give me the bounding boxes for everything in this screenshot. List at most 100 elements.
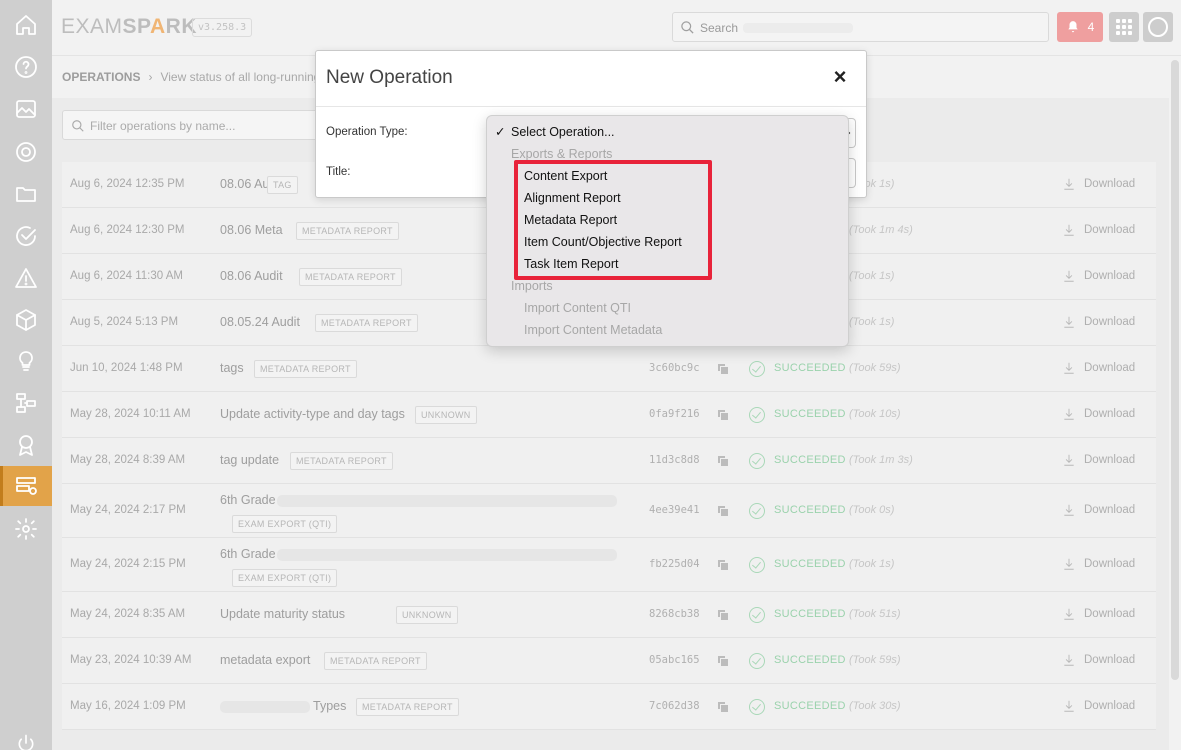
operation-type-tag: METADATA REPORT	[324, 652, 427, 670]
operation-row[interactable]: May 28, 2024 10:11 AM Update activity-typ…	[62, 392, 1156, 438]
operation-row[interactable]: May 24, 2024 2:17 PM 6th Grade EXAM EXPORT…	[62, 484, 1156, 538]
sidebar	[0, 0, 52, 750]
download-label: Download	[1084, 608, 1136, 620]
close-icon[interactable]: ×	[830, 66, 850, 88]
operation-row[interactable]: May 28, 2024 8:39 AM tag update METADATA R…	[62, 438, 1156, 484]
download-button[interactable]: Download	[1062, 503, 1135, 517]
help-icon[interactable]	[14, 55, 38, 79]
operation-name[interactable]: tags	[220, 361, 244, 375]
operation-hash: 11d3c8d8	[649, 454, 700, 466]
operation-date: May 28, 2024 10:11 AM	[70, 408, 191, 420]
operation-row[interactable]: Jun 10, 2024 1:48 PM tags METADATA REPORT 3…	[62, 346, 1156, 392]
operation-row[interactable]: May 16, 2024 1:09 PM Types METADATA REPORT…	[62, 684, 1156, 730]
download-icon	[1064, 178, 1074, 190]
download-icon	[1064, 504, 1074, 516]
exam-spark-logo[interactable]: EXAMSPARK	[61, 15, 197, 39]
operation-name[interactable]: metadata export	[220, 653, 310, 667]
download-label: Download	[1084, 362, 1136, 374]
operation-name[interactable]: Types	[313, 699, 346, 713]
download-button[interactable]: Download	[1062, 361, 1135, 375]
search-icon	[72, 120, 84, 132]
group-exports-reports: Exports & Reports	[511, 147, 613, 161]
lightbulb-icon[interactable]	[14, 349, 38, 373]
modal-header: New Operation ×	[316, 51, 866, 107]
operation-type-tag: UNKNOWN	[415, 406, 477, 424]
download-label: Download	[1084, 454, 1136, 466]
download-button[interactable]: Download	[1062, 223, 1135, 237]
copy-icon[interactable]	[717, 409, 730, 422]
target-icon[interactable]	[14, 140, 38, 164]
warning-icon[interactable]	[14, 266, 38, 290]
operation-name[interactable]: 08.05.24 Audit	[220, 315, 300, 329]
download-button[interactable]: Download	[1062, 653, 1135, 667]
operation-name[interactable]: 6th Grade	[220, 547, 276, 561]
download-button[interactable]: Download	[1062, 407, 1135, 421]
download-button[interactable]: Download	[1062, 269, 1135, 283]
operation-date: May 24, 2024 8:35 AM	[70, 608, 186, 620]
download-button[interactable]: Download	[1062, 699, 1135, 713]
notifications-button[interactable]: 4	[1057, 12, 1103, 42]
check-circle-icon[interactable]	[14, 224, 38, 248]
operation-date: May 24, 2024 2:15 PM	[70, 558, 186, 570]
search-redacted	[743, 23, 853, 33]
operation-name[interactable]: Update activity-type and day tags	[220, 407, 405, 421]
status-label: SUCCEEDED	[774, 608, 846, 620]
duration-label: (Took 10s)	[849, 408, 901, 420]
scrollbar[interactable]	[1171, 60, 1179, 680]
operation-row[interactable]: May 24, 2024 8:35 AM Update maturity stat…	[62, 592, 1156, 638]
copy-icon[interactable]	[717, 363, 730, 376]
status-label: SUCCEEDED	[774, 504, 846, 516]
filter-operations-input[interactable]: Filter operations by name...	[62, 110, 322, 140]
copy-icon[interactable]	[717, 655, 730, 668]
user-avatar-button[interactable]	[1143, 12, 1173, 42]
operation-type-tag: METADATA REPORT	[315, 314, 418, 332]
operation-name[interactable]: Update maturity status	[220, 607, 345, 621]
copy-icon[interactable]	[717, 559, 730, 572]
operation-name[interactable]: tag update	[220, 453, 279, 467]
copy-icon[interactable]	[717, 701, 730, 714]
operation-date: Jun 10, 2024 1:48 PM	[70, 362, 183, 374]
hierarchy-icon[interactable]	[14, 391, 38, 415]
global-search-input[interactable]: Search	[672, 12, 1049, 42]
download-label: Download	[1084, 558, 1136, 570]
download-button[interactable]: Download	[1062, 315, 1135, 329]
operation-hash: 4ee39e41	[649, 504, 700, 516]
copy-icon[interactable]	[717, 505, 730, 518]
breadcrumb-operations[interactable]: OPERATIONS	[62, 70, 140, 84]
apps-grid-button[interactable]	[1109, 12, 1139, 42]
operation-type-tag: EXAM EXPORT (QTI)	[232, 569, 338, 587]
copy-icon[interactable]	[717, 609, 730, 622]
download-button[interactable]: Download	[1062, 177, 1135, 191]
download-label: Download	[1084, 654, 1136, 666]
operation-name[interactable]: 6th Grade	[220, 493, 276, 507]
operation-hash: 0fa9f216	[649, 408, 700, 420]
status-label: SUCCEEDED	[774, 558, 846, 570]
folder-icon[interactable]	[14, 182, 38, 206]
operation-name[interactable]: 08.06 Meta	[220, 223, 283, 237]
image-gallery-icon[interactable]	[14, 97, 38, 121]
download-button[interactable]: Download	[1062, 607, 1135, 621]
operation-name[interactable]: 08.06 Audit	[220, 269, 283, 283]
download-label: Download	[1084, 408, 1136, 420]
download-button[interactable]: Download	[1062, 453, 1135, 467]
success-check-icon	[749, 699, 765, 715]
badge-icon[interactable]	[14, 433, 38, 457]
duration-label: (Took 1m 4s)	[849, 224, 913, 236]
dropdown-selected-option[interactable]: ✓ Select Operation...	[495, 124, 615, 139]
home-icon[interactable]	[14, 13, 38, 37]
operation-row[interactable]: May 23, 2024 10:39 AM metadata export META…	[62, 638, 1156, 684]
bell-icon	[1067, 21, 1078, 33]
filter-placeholder: Filter operations by name...	[90, 119, 236, 133]
operation-row[interactable]: May 24, 2024 2:15 PM 6th Grade EXAM EXPORT…	[62, 538, 1156, 592]
cube-icon[interactable]	[14, 308, 38, 332]
modal-title: New Operation	[326, 67, 453, 88]
download-icon	[1064, 654, 1074, 666]
operations-icon[interactable]	[14, 474, 38, 498]
power-icon[interactable]	[16, 733, 36, 750]
download-icon	[1064, 608, 1074, 620]
settings-gear-icon[interactable]	[14, 517, 38, 541]
copy-icon[interactable]	[717, 455, 730, 468]
download-button[interactable]: Download	[1062, 557, 1135, 571]
search-placeholder: Search	[700, 21, 739, 35]
operation-type-tag: TAG	[267, 176, 298, 194]
